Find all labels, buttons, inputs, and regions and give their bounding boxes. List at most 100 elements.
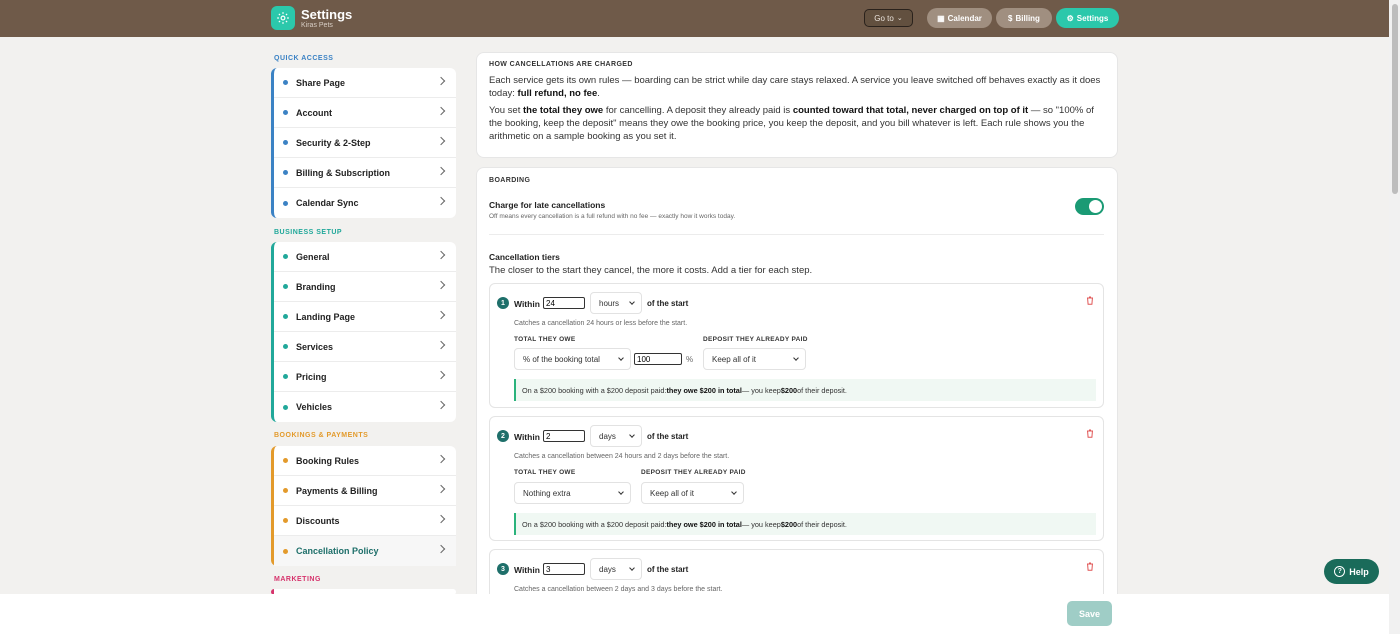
sidebar-item-label: Cancellation Policy xyxy=(296,546,379,556)
tier-3-unit-select[interactable]: days xyxy=(590,558,642,580)
tier-1-unit-select[interactable]: hours xyxy=(590,292,642,314)
settings-gear-icon xyxy=(271,6,295,30)
sidebar-item-label: Booking Rules xyxy=(296,455,360,466)
sidebar-item-branding[interactable]: Branding xyxy=(274,272,456,302)
tiers-description: The closer to the start they cancel, the… xyxy=(489,265,813,276)
trash-icon[interactable] xyxy=(1086,292,1094,305)
sidebar-item-landing-page[interactable]: Landing Page xyxy=(274,302,456,332)
gear-icon: ⚙ xyxy=(1066,13,1074,23)
sidebar-item-cancellation-policy[interactable]: Cancellation Policy xyxy=(274,536,456,566)
sidebar-item-vehicles[interactable]: Vehicles xyxy=(274,392,456,422)
nav-group-business-setup: General Branding Landing Page Services P… xyxy=(271,242,456,422)
dollar-icon: $ xyxy=(1008,13,1013,23)
chevron-right-icon xyxy=(436,514,446,524)
tier-1-owe-select[interactable]: % of the booking total xyxy=(514,348,631,370)
sidebar-item-pricing[interactable]: Pricing xyxy=(274,362,456,392)
tiers-title: Cancellation tiers xyxy=(489,252,560,262)
tier-1-deposit-select[interactable]: Keep all of it xyxy=(703,348,806,370)
select-value: hours xyxy=(599,298,620,308)
bullet-dot xyxy=(283,458,288,463)
calc-bold: they owe $200 in total xyxy=(666,385,742,395)
calc-text: On a $200 booking with a $200 deposit pa… xyxy=(522,385,667,395)
sidebar-item-label: Billing & Subscription xyxy=(296,167,390,178)
sidebar-item-account[interactable]: Account xyxy=(274,98,456,128)
tier-2-description: Catches a cancellation between 24 hours … xyxy=(514,453,730,460)
scrollbar-thumb[interactable] xyxy=(1392,4,1398,194)
info-card: HOW CANCELLATIONS ARE CHARGED Each servi… xyxy=(476,52,1118,158)
sidebar-item-security[interactable]: Security & 2-Step xyxy=(274,128,456,158)
goto-dropdown[interactable]: Go to ⌄ xyxy=(864,9,913,27)
help-button[interactable]: ? Help xyxy=(1324,559,1379,584)
late-cancellation-toggle[interactable] xyxy=(1075,198,1104,215)
tier-1-percent-input[interactable] xyxy=(634,353,682,365)
bullet-dot xyxy=(283,254,288,259)
bullet-dot xyxy=(283,80,288,85)
select-value: days xyxy=(599,564,616,574)
bullet-dot xyxy=(283,170,288,175)
tier-2-calculation: On a $200 booking with a $200 deposit pa… xyxy=(514,513,1096,535)
section-label-bookings-payments: BOOKINGS & PAYMENTS xyxy=(274,432,369,439)
chevron-right-icon xyxy=(436,310,446,320)
sidebar-item-label: General xyxy=(296,251,330,262)
chevron-down-icon xyxy=(618,355,624,361)
within-label: Within xyxy=(514,299,540,309)
select-value: Keep all of it xyxy=(650,488,695,498)
tier-2-value-input[interactable] xyxy=(543,430,585,442)
select-value: % of the booking total xyxy=(523,354,600,364)
within-label: Within xyxy=(514,565,540,575)
sidebar-item-billing-subscription[interactable]: Billing & Subscription xyxy=(274,158,456,188)
bullet-dot xyxy=(283,200,288,206)
boarding-heading: BOARDING xyxy=(489,177,531,184)
calc-bold: they owe $200 in total xyxy=(666,519,742,529)
owe-header: TOTAL THEY OWE xyxy=(514,336,576,343)
calc-text: — you keep xyxy=(741,519,781,529)
chevron-down-icon xyxy=(618,489,624,495)
chevron-right-icon xyxy=(436,106,446,116)
save-button[interactable]: Save xyxy=(1067,601,1112,626)
section-label-business-setup: BUSINESS SETUP xyxy=(274,229,343,236)
chevron-right-icon xyxy=(436,544,446,554)
chevron-down-icon: ⌄ xyxy=(896,15,903,22)
bottom-action-bar xyxy=(0,594,1400,634)
info-text: . xyxy=(597,88,600,99)
deposit-header: DEPOSIT THEY ALREADY PAID xyxy=(641,469,746,476)
tier-1-calculation: On a $200 booking with a $200 deposit pa… xyxy=(514,379,1096,401)
tier-2-deposit-select[interactable]: Keep all of it xyxy=(641,482,744,504)
calc-text: of their deposit. xyxy=(797,519,847,529)
billing-button[interactable]: $ Billing xyxy=(996,8,1052,28)
sidebar-item-label: Pricing xyxy=(296,371,327,382)
owe-header: TOTAL THEY OWE xyxy=(514,469,576,476)
of-start-label: of the start xyxy=(647,565,689,574)
sidebar-item-calendar-sync[interactable]: Calendar Sync xyxy=(274,188,456,218)
trash-icon[interactable] xyxy=(1086,558,1094,571)
sidebar-item-label: Account xyxy=(296,107,332,118)
tier-2-owe-select[interactable]: Nothing extra xyxy=(514,482,631,504)
sidebar-item-general[interactable]: General xyxy=(274,242,456,272)
bullet-dot xyxy=(283,548,288,554)
bullet-dot xyxy=(283,518,288,523)
bullet-dot xyxy=(283,284,288,289)
sidebar-item-label: Landing Page xyxy=(296,311,356,322)
chevron-right-icon xyxy=(436,76,446,86)
chevron-down-icon xyxy=(793,355,799,361)
sidebar-item-label: Discounts xyxy=(296,515,340,526)
calendar-button[interactable]: ▦ Calendar xyxy=(927,8,992,28)
info-text: for cancelling. A deposit they already p… xyxy=(603,105,793,116)
sidebar-item-services[interactable]: Services xyxy=(274,332,456,362)
info-bold: full refund, no fee xyxy=(517,88,598,99)
calendar-icon: ▦ xyxy=(937,13,945,23)
sidebar-item-discounts[interactable]: Discounts xyxy=(274,506,456,536)
bullet-dot xyxy=(283,140,288,145)
sidebar-item-booking-rules[interactable]: Booking Rules xyxy=(274,446,456,476)
settings-button[interactable]: ⚙ Settings xyxy=(1056,8,1119,28)
tier-3-value-input[interactable] xyxy=(543,563,585,575)
tier-2-unit-select[interactable]: days xyxy=(590,425,642,447)
deposit-header: DEPOSIT THEY ALREADY PAID xyxy=(703,336,808,343)
tier-1-description: Catches a cancellation 24 hours or less … xyxy=(514,320,688,327)
sidebar-item-payments-billing[interactable]: Payments & Billing xyxy=(274,476,456,506)
tier-1-value-input[interactable] xyxy=(543,297,585,309)
sidebar-item-share-page[interactable]: Share Page xyxy=(274,68,456,98)
chevron-down-icon xyxy=(629,432,635,438)
trash-icon[interactable] xyxy=(1086,425,1094,438)
sidebar-item-label: Branding xyxy=(296,281,336,292)
